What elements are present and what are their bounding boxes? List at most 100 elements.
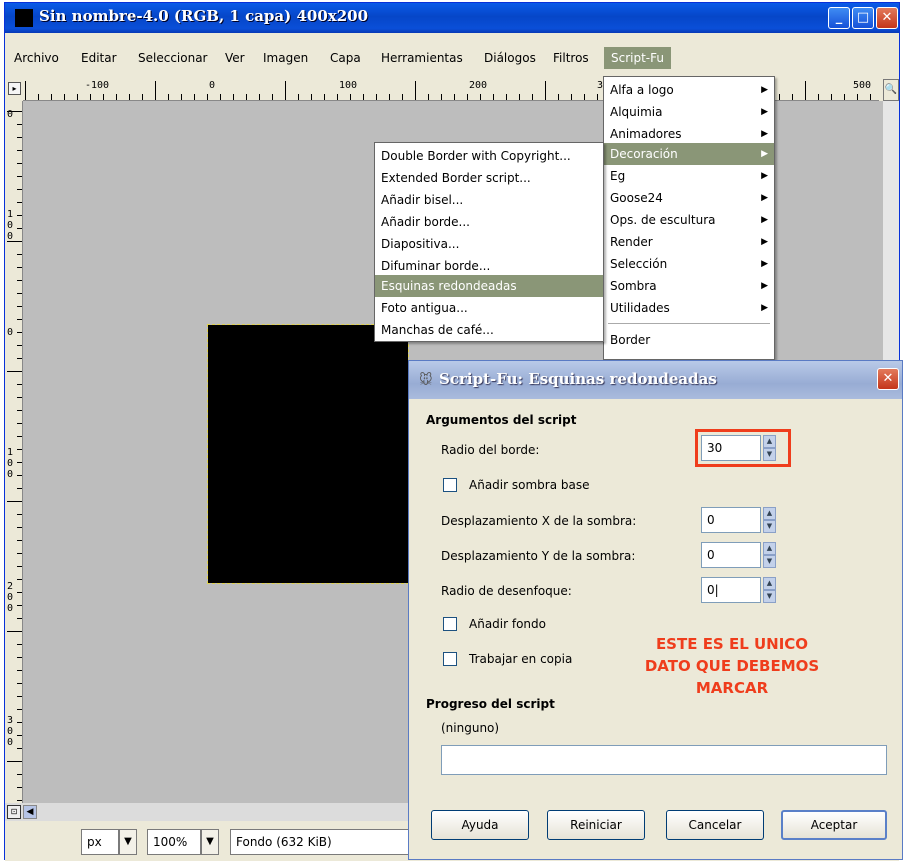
menu-imagen[interactable]: Imagen [256,47,315,69]
spin-down-icon[interactable]: ▼ [763,590,776,603]
radio-borde-spinner[interactable]: ▲ ▼ [763,435,776,461]
minimize-button[interactable]: _ [828,7,850,29]
menu-item-escultura[interactable]: Ops. de escultura ▶ [604,209,774,231]
ruler-label: 1 [7,209,14,220]
spin-up-icon[interactable]: ▲ [763,507,776,520]
window-title: Sin nombre-4.0 (RGB, 1 capa) 400x200 [39,7,369,25]
zoom-select[interactable]: 100% [147,829,201,855]
dialog-close-button[interactable]: ✕ [877,368,899,390]
menu-toggle-icon[interactable]: ▸ [8,82,21,95]
menu-item-utilidades[interactable]: Utilidades ▶ [604,297,774,319]
unit-select[interactable]: px [81,829,119,855]
menu-editar[interactable]: Editar [74,47,124,69]
spin-down-icon[interactable]: ▼ [763,520,776,533]
cancelar-button[interactable]: Cancelar [666,810,764,840]
desp-x-input[interactable]: 0 [701,507,761,533]
zoom-icon[interactable]: 🔍 [883,79,899,101]
desp-x-label: Desplazamiento X de la sombra: [441,514,637,528]
anadir-fondo-label: Añadir fondo [469,617,546,631]
ruler-label: 1 [7,447,14,458]
menu-item-alquimia[interactable]: Alquimia ▶ [604,101,774,123]
desenfoque-spinner[interactable]: ▲ ▼ [763,577,776,603]
sombra-base-checkbox[interactable] [443,478,457,492]
section-arguments: Argumentos del script [426,413,577,427]
script-fu-menu: Alfa a logo ▶ Alquimia ▶ Animadores ▶ Decor… [603,76,775,360]
decoracion-submenu: Double Border with Copyright... Extended… [374,142,604,342]
menu-item-difuminar-borde[interactable]: Difuminar borde... [375,255,603,277]
menu-item-goose24[interactable]: Goose24 ▶ [604,187,774,209]
menu-item-border[interactable]: Border [604,329,774,351]
menu-item-double-border[interactable]: Double Border with Copyright... [375,145,603,167]
desenfoque-input[interactable]: 0| [701,577,761,603]
anadir-fondo-checkbox[interactable] [443,617,457,631]
menu-filtros[interactable]: Filtros [546,47,596,69]
ruler-label: 0 [7,737,14,748]
ruler-label: 3 [7,715,14,726]
menu-item-alfa-logo[interactable]: Alfa a logo ▶ [604,79,774,101]
ruler-label: 200 [469,80,488,91]
menu-item-sombra[interactable]: Sombra ▶ [604,275,774,297]
gimp-icon: 🐭 [419,373,433,388]
spin-down-icon[interactable]: ▼ [763,448,776,461]
menu-item-eg[interactable]: Eg ▶ [604,165,774,187]
window-titlebar[interactable]: Sin nombre-4.0 (RGB, 1 capa) 400x200 _ □… [5,3,899,33]
image-layer[interactable] [207,324,409,584]
menu-separator [608,323,770,324]
menu-seleccionar[interactable]: Seleccionar [131,47,214,69]
submenu-arrow-icon: ▶ [761,193,768,203]
reiniciar-button[interactable]: Reiniciar [547,810,645,840]
navigate-icon[interactable]: ⊡ [7,805,21,819]
layer-info: Fondo (632 KiB) [230,829,410,855]
ayuda-button[interactable]: Ayuda [431,810,529,840]
ruler-label: 2 [7,581,14,592]
menu-item-anadir-bisel[interactable]: Añadir bisel... [375,189,603,211]
submenu-arrow-icon: ▶ [761,107,768,117]
ruler-label: 0 [209,80,216,91]
section-progress: Progreso del script [426,697,555,711]
menu-capa[interactable]: Capa [323,47,368,69]
spin-up-icon[interactable]: ▲ [763,435,776,448]
radio-borde-input[interactable]: 30 [701,435,761,461]
desp-y-input[interactable]: 0 [701,542,761,568]
submenu-arrow-icon: ▶ [761,237,768,247]
menu-herramientas[interactable]: Herramientas [374,47,470,69]
menu-item-seleccion[interactable]: Selección ▶ [604,253,774,275]
submenu-arrow-icon: ▶ [761,171,768,181]
script-fu-dialog: 🐭 Script-Fu: Esquinas redondeadas ✕ Argu… [408,360,903,860]
menu-item-diapositiva[interactable]: Diapositiva... [375,233,603,255]
menu-ver[interactable]: Ver [218,47,252,69]
trabajar-copia-checkbox[interactable] [443,652,457,666]
submenu-arrow-icon: ▶ [761,215,768,225]
maximize-button[interactable]: □ [852,7,874,29]
unit-dropdown-icon[interactable]: ▼ [119,829,137,855]
aceptar-button[interactable]: Aceptar [781,810,887,840]
menu-dialogos[interactable]: Diálogos [477,47,543,69]
ruler-label: 100 [339,80,358,91]
progress-bar [441,745,887,775]
menu-item-animadores[interactable]: Animadores ▶ [604,123,774,145]
desp-x-spinner[interactable]: ▲ ▼ [763,507,776,533]
spin-down-icon[interactable]: ▼ [763,555,776,568]
menu-item-render[interactable]: Render ▶ [604,231,774,253]
menu-item-foto-antigua[interactable]: Foto antigua... [375,297,603,319]
scroll-left-icon[interactable]: ◀ [23,805,37,819]
ruler-label: 0 [7,458,14,469]
menu-item-anadir-borde[interactable]: Añadir borde... [375,211,603,233]
desp-y-spinner[interactable]: ▲ ▼ [763,542,776,568]
close-button[interactable]: ✕ [876,7,898,29]
menu-script-fu[interactable]: Script-Fu [604,47,671,69]
trabajar-copia-label: Trabajar en copia [469,652,573,666]
spin-up-icon[interactable]: ▲ [763,542,776,555]
desenfoque-label: Radio de desenfoque: [441,584,572,598]
spin-up-icon[interactable]: ▲ [763,577,776,590]
menu-item-decoracion[interactable]: Decoración ▶ [604,143,774,165]
menu-archivo[interactable]: Archivo [7,47,66,69]
dialog-titlebar[interactable]: 🐭 Script-Fu: Esquinas redondeadas ✕ [409,361,902,399]
vertical-ruler[interactable]: 0 1 0 0 0 1 0 0 2 0 0 3 0 0 [5,101,23,803]
app-icon [15,9,33,27]
menu-item-manchas-cafe[interactable]: Manchas de café... [375,319,603,341]
menu-item-extended-border[interactable]: Extended Border script... [375,167,603,189]
menu-item-esquinas-redondeadas[interactable]: Esquinas redondeadas [375,275,603,297]
zoom-dropdown-icon[interactable]: ▼ [201,829,219,855]
submenu-arrow-icon: ▶ [761,129,768,139]
